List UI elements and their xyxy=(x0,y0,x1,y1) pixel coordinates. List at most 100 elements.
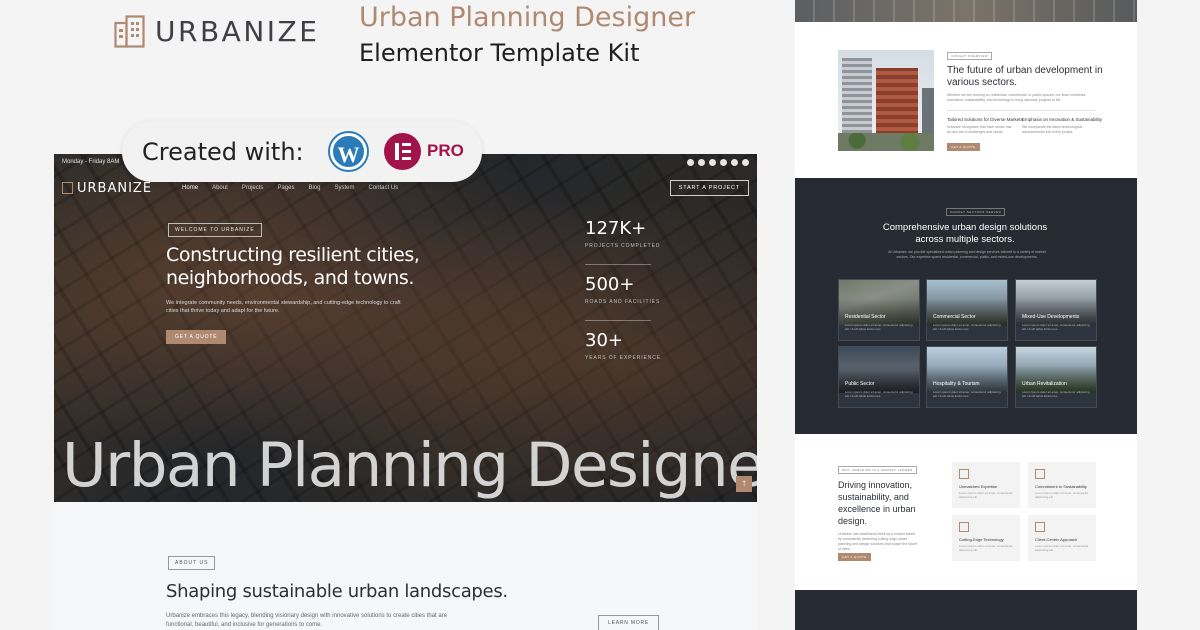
sectors-section: MARKET SECTORS SERVED Comprehensive urba… xyxy=(795,178,1137,434)
about-heading: Shaping sustainable urban landscapes. xyxy=(166,581,508,602)
sector-card-title: Hospitality & Tourism xyxy=(933,381,980,387)
sector-card-text: Lorem ipsum dolor sit amet, consectetur … xyxy=(1022,323,1090,332)
sector-card-text: Lorem ipsum dolor sit amet, consectetur … xyxy=(845,323,913,332)
crane-icon xyxy=(959,522,969,532)
nav-system[interactable]: System xyxy=(334,185,354,191)
sector-card-title: Mixed-Use Developments xyxy=(1022,314,1080,320)
nav-projects[interactable]: Projects xyxy=(242,185,264,191)
about-text: Urbanize embraces this legacy, blending … xyxy=(166,613,448,628)
feature-title: Cutting-Edge Technology xyxy=(959,537,1004,542)
stat-projects: 127K+ PROJECTS COMPLETED xyxy=(585,218,675,249)
nav-about[interactable]: About xyxy=(212,185,228,191)
why-heading: Driving innovation, sustainability, and … xyxy=(838,480,916,526)
feature-text: Lorem ipsum dolor sit amet, consectetur … xyxy=(959,491,1013,499)
stat-experience: 30+ YEARS OF EXPERIENCE xyxy=(585,330,675,361)
stat-value: 127K+ xyxy=(585,218,647,239)
feature-text: Lorem ipsum dolor sit amet, consectetur … xyxy=(959,544,1013,552)
feature-card: Commitment to Sustainability Lorem ipsum… xyxy=(1028,462,1096,508)
sector-card-text: Lorem ipsum dolor sit amet, consectetur … xyxy=(1022,390,1090,399)
dark-footer-strip xyxy=(795,590,1137,630)
chart-icon xyxy=(959,469,969,479)
start-project-button[interactable]: START A PROJECT xyxy=(669,180,749,196)
sector-card[interactable]: Hospitality & Tourism Lorem ipsum dolor … xyxy=(926,346,1008,408)
building-icon xyxy=(62,182,73,194)
building-icon xyxy=(1035,469,1045,479)
nav-logo-text: URBANIZE xyxy=(77,180,153,196)
overview-point-text: We incorporate the latest technological … xyxy=(1022,125,1083,134)
feature-text: Lorem ipsum dolor sit amet, consectetur … xyxy=(1035,491,1089,499)
stat-label: YEARS OF EXPERIENCE xyxy=(585,355,662,361)
feature-text: Lorem ipsum dolor sit amet, consectetur … xyxy=(1035,544,1089,552)
big-title: Urban Planning Designer. xyxy=(62,430,757,501)
nav-pages[interactable]: Pages xyxy=(277,185,294,191)
divider xyxy=(947,110,1095,111)
x-icon[interactable] xyxy=(731,158,738,166)
main-preview: Monday - Friday 8AM URBANIZE Home About … xyxy=(54,154,757,630)
sector-card-title: Public Sector xyxy=(845,381,875,387)
buildings-photo xyxy=(838,50,934,151)
social-links xyxy=(687,158,749,166)
nav-blog[interactable]: Blog xyxy=(308,185,320,191)
overview-heading: The future of urban development in vario… xyxy=(947,65,1103,88)
pro-label: PRO xyxy=(427,141,464,160)
overview-tag: INSIGHT OVERVIEW xyxy=(947,52,993,60)
building-icon xyxy=(114,15,145,48)
right-preview: INSIGHT OVERVIEW The future of urban dev… xyxy=(795,0,1137,630)
facebook-icon[interactable] xyxy=(687,158,694,166)
feature-title: Unmatched Expertise xyxy=(959,484,998,489)
feature-card: Client-Centric Approach Lorem ipsum dolo… xyxy=(1028,515,1096,561)
sector-card-title: Residential Sector xyxy=(845,314,886,320)
logo-text: URBANIZE xyxy=(155,15,320,48)
hero-text: We integrate community needs, environmen… xyxy=(166,300,401,314)
stat-value: 500+ xyxy=(585,274,635,295)
stat-value: 30+ xyxy=(585,330,623,351)
stat-label: ROADS AND FACILITIES xyxy=(585,299,661,305)
city-photo-strip xyxy=(795,0,1137,22)
sector-card-text: Lorem ipsum dolor sit amet, consectetur … xyxy=(933,323,1001,332)
learn-more-button[interactable]: LEARN MORE xyxy=(598,615,660,630)
sector-card-text: Lorem ipsum dolor sit amet, consectetur … xyxy=(845,390,913,399)
instagram-icon[interactable] xyxy=(709,158,716,166)
feature-card: Cutting-Edge Technology Lorem ipsum dolo… xyxy=(952,515,1020,561)
nav-logo[interactable]: URBANIZE xyxy=(62,181,152,196)
wordpress-glyph: W xyxy=(337,142,360,167)
feature-title: Client-Centric Approach xyxy=(1035,537,1078,542)
sector-card[interactable]: Urban Revitalization Lorem ipsum dolor s… xyxy=(1015,346,1097,408)
sectors-text: At Urbanize, we provide specialized urba… xyxy=(888,250,1046,259)
sector-card-title: Commercial Sector xyxy=(933,314,976,320)
scroll-top-button[interactable]: ↑ xyxy=(736,476,752,492)
nav-contact[interactable]: Contact Us xyxy=(368,185,398,191)
sector-card[interactable]: Mixed-Use Developments Lorem ipsum dolor… xyxy=(1015,279,1097,341)
divider xyxy=(585,320,651,321)
pinterest-icon[interactable] xyxy=(720,158,727,166)
sector-card[interactable]: Commercial Sector Lorem ipsum dolor sit … xyxy=(926,279,1008,341)
overview-point-title: Tailored Solutions for Diverse Markets xyxy=(947,117,1023,122)
divider xyxy=(585,264,651,265)
get-quote-button[interactable]: GET A QUOTE xyxy=(166,330,227,344)
overview-point-text: Urbanize recognizes that each sector has… xyxy=(947,125,1012,134)
sectors-tag: MARKET SECTORS SERVED xyxy=(946,208,1006,216)
kit-subtitle: Elementor Template Kit xyxy=(359,39,640,67)
hero-heading: Constructing resilient cities, neighborh… xyxy=(166,244,420,289)
sectors-heading: Comprehensive urban design solutions acr… xyxy=(882,222,1048,245)
nav-home[interactable]: Home xyxy=(182,185,198,191)
created-with-badge: Created with: W PRO xyxy=(122,121,482,182)
sector-card[interactable]: Residential Sector Lorem ipsum dolor sit… xyxy=(838,279,920,341)
about-tag: ABOUT US xyxy=(168,556,216,570)
sector-card[interactable]: Public Sector Lorem ipsum dolor sit amet… xyxy=(838,346,920,408)
wordpress-icon: W xyxy=(330,133,367,170)
youtube-icon[interactable] xyxy=(698,158,705,166)
stat-label: PROJECTS COMPLETED xyxy=(585,243,661,249)
feature-title: Commitment to Sustainability xyxy=(1035,484,1087,489)
sector-card-text: Lorem ipsum dolor sit amet, consectetur … xyxy=(933,390,1001,399)
kit-title: Urban Planning Designer xyxy=(359,2,696,33)
hero-section: Monday - Friday 8AM URBANIZE Home About … xyxy=(54,154,757,502)
why-tag: WHY URBANIZE IS A MARKET LEADER xyxy=(838,466,917,474)
overview-point-title: Emphasis on Innovation & Sustainability xyxy=(1022,117,1103,122)
linkedin-icon[interactable] xyxy=(742,158,749,166)
why-quote-button[interactable]: GET A QUOTE xyxy=(838,553,871,561)
welcome-tag: WELCOME TO URBANIZE xyxy=(168,223,262,237)
overview-text: Whether we are working on residential, c… xyxy=(947,93,1086,102)
sector-card-title: Urban Revitalization xyxy=(1022,381,1067,387)
overview-quote-button[interactable]: GET A QUOTE xyxy=(947,143,980,151)
